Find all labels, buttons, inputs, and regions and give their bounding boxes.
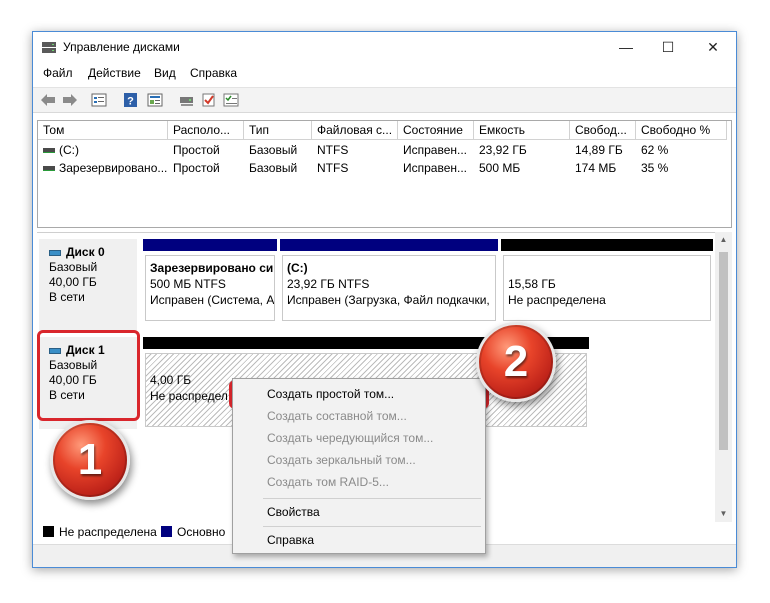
scroll-up-icon[interactable]: ▲ (715, 232, 732, 248)
window-title: Управление дисками (63, 40, 180, 54)
table-cell: NTFS (317, 161, 349, 175)
disk-name: Диск 0 (66, 245, 105, 259)
highlight-disk-1 (37, 330, 140, 421)
table-cell: NTFS (317, 143, 349, 157)
title-bar: Управление дисками — ☐ ✕ (33, 32, 736, 62)
menu-help[interactable]: Справка (190, 66, 237, 80)
forward-icon[interactable] (61, 92, 79, 108)
disk-type: Базовый (49, 260, 98, 274)
menu-view[interactable]: Вид (154, 66, 176, 80)
volume-icon (43, 166, 55, 172)
table-cell: Исправен... (403, 143, 468, 157)
partition-reserved[interactable]: Зарезервировано си 500 МБ NTFS Исправен … (143, 239, 277, 323)
column-header-type[interactable]: Тип (244, 121, 312, 140)
partition-bar (280, 239, 498, 251)
column-header-layout[interactable]: Располо... (168, 121, 244, 140)
close-button[interactable]: ✕ (690, 32, 736, 62)
table-cell: Зарезервировано... (59, 161, 168, 175)
help-icon[interactable]: ? (122, 92, 140, 108)
column-header-status[interactable]: Состояние (398, 121, 474, 140)
minimize-button[interactable]: — (603, 32, 649, 62)
column-header-capacity[interactable]: Емкость (474, 121, 570, 140)
table-cell: 174 МБ (575, 161, 617, 175)
partition-bar (501, 239, 713, 251)
partition-status: Исправен (Загрузка, Файл подкачки, (287, 293, 490, 307)
partition-title (508, 260, 706, 276)
table-cell: (C:) (59, 143, 79, 157)
menu-item-help[interactable]: Справка (235, 529, 483, 551)
menu-separator (263, 498, 481, 499)
legend-swatch-unallocated (43, 526, 54, 537)
list-view-icon[interactable] (90, 92, 108, 108)
table-cell: 23,92 ГБ (479, 143, 527, 157)
partition-status: Исправен (Система, А (150, 293, 275, 307)
partition-title: Зарезервировано си (150, 261, 274, 275)
disk-icon[interactable] (178, 92, 196, 108)
back-icon[interactable] (39, 92, 57, 108)
partition-c[interactable]: (C:) 23,92 ГБ NTFS Исправен (Загрузка, Ф… (280, 239, 498, 323)
properties-icon[interactable] (146, 92, 164, 108)
column-header-volume[interactable]: Том (38, 121, 168, 140)
menu-item-properties[interactable]: Свойства (235, 501, 483, 523)
menu-item-create-raid5-volume[interactable]: Создать том RAID-5... (235, 471, 483, 493)
step-2-badge: 2 (476, 322, 556, 402)
partition-size: 23,92 ГБ NTFS (287, 277, 370, 291)
legend-label: Не распределена (59, 525, 157, 539)
disk-0-label[interactable]: Диск 0 Базовый 40,00 ГБ В сети (39, 239, 137, 331)
partition-size: 500 МБ NTFS (150, 277, 226, 291)
menu-file[interactable]: Файл (43, 66, 73, 80)
checklist-icon[interactable] (222, 92, 240, 108)
table-cell: 14,89 ГБ (575, 143, 623, 157)
menu-separator (263, 526, 481, 527)
context-menu: Создать простой том... Создать составной… (232, 378, 486, 554)
table-cell: 35 % (641, 161, 669, 175)
volume-icon (43, 148, 55, 154)
partition-status: Не распределена (508, 293, 606, 307)
disk-size: 40,00 ГБ (49, 275, 97, 289)
legend-label: Основно (177, 525, 226, 539)
partition-unallocated-disk0[interactable]: 15,58 ГБ Не распределена (501, 239, 713, 323)
svg-text:?: ? (127, 96, 134, 108)
partition-title: (C:) (287, 261, 308, 275)
disk-management-app-icon (42, 42, 56, 53)
menu-action[interactable]: Действие (88, 66, 141, 80)
toolbar: ? (33, 87, 736, 113)
vertical-scrollbar[interactable]: ▲ ▼ (715, 232, 732, 522)
legend-swatch-primary (161, 526, 172, 537)
table-cell: Простой (173, 143, 220, 157)
table-cell: 62 % (641, 143, 669, 157)
column-header-free-percent[interactable]: Свободно % (636, 121, 727, 140)
menu-item-create-striped-volume[interactable]: Создать чередующийся том... (235, 427, 483, 449)
scroll-thumb[interactable] (719, 252, 728, 450)
disk-drive-icon (49, 249, 61, 256)
table-cell: Базовый (249, 143, 298, 157)
menu-bar: Файл Действие Вид Справка (33, 63, 736, 85)
menu-item-create-spanned-volume[interactable]: Создать составной том... (235, 405, 483, 427)
table-cell: Простой (173, 161, 220, 175)
table-cell: Базовый (249, 161, 298, 175)
maximize-button[interactable]: ☐ (645, 32, 691, 62)
menu-item-create-mirrored-volume[interactable]: Создать зеркальный том... (235, 449, 483, 471)
partition-bar (143, 239, 277, 251)
scroll-down-icon[interactable]: ▼ (715, 506, 732, 522)
disk-status: В сети (49, 290, 85, 304)
column-header-filesystem[interactable]: Файловая с... (312, 121, 398, 140)
check-icon[interactable] (200, 92, 218, 108)
volume-list-table: Том Располо... Тип Файловая с... Состоян… (37, 120, 732, 228)
table-cell: Исправен... (403, 161, 468, 175)
column-header-free[interactable]: Свобод... (570, 121, 636, 140)
step-1-badge: 1 (50, 420, 130, 500)
partition-size: 15,58 ГБ (508, 277, 556, 291)
table-cell: 500 МБ (479, 161, 521, 175)
menu-item-create-simple-volume[interactable]: Создать простой том... (235, 383, 483, 405)
